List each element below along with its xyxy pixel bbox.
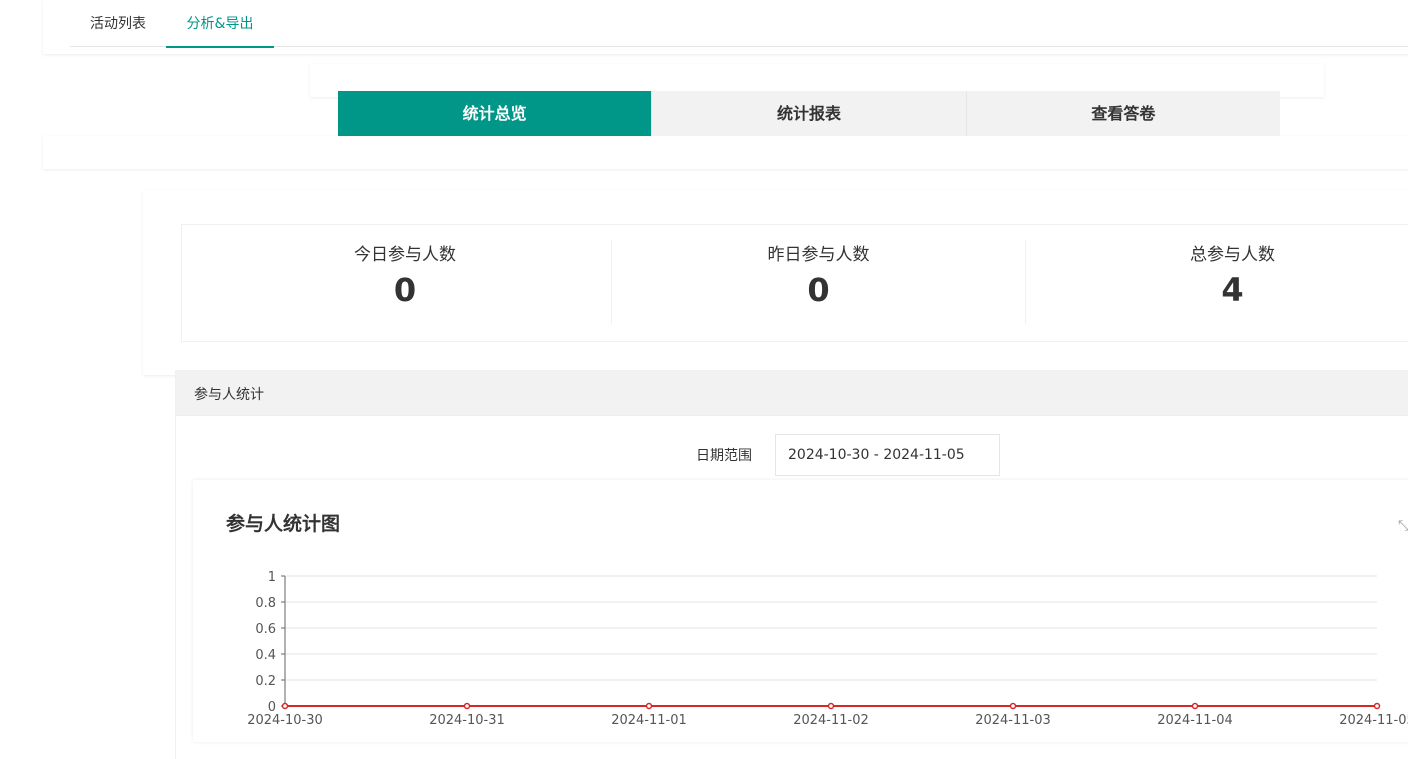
x-tick-label: 2024-11-01: [611, 713, 687, 728]
y-tick-label: 1: [268, 570, 276, 585]
participant-line-chart: 00.20.40.60.812024-10-30 2024-10-31 2024-1…: [247, 570, 1408, 728]
page: 活动列表 分析&导出 统计总览 统计报表 查看答卷 今日参与人数 0 昨日参与人…: [0, 0, 1408, 759]
data-point: [463, 702, 471, 710]
y-tick-label: 0.2: [255, 674, 276, 689]
data-point: [1009, 702, 1017, 710]
x-tick-label: 2024-11-04: [1157, 713, 1233, 728]
x-tick-label: 2024-11-05: [1339, 713, 1408, 728]
data-point: [645, 702, 653, 710]
data-point: [827, 702, 835, 710]
y-tick-label: 0.6: [255, 622, 276, 637]
x-tick-label: 2024-11-02: [793, 713, 869, 728]
x-tick-label: 2024-10-30: [247, 713, 323, 728]
data-point: [1373, 702, 1381, 710]
y-tick-label: 0.4: [255, 648, 276, 663]
x-tick-label: 2024-10-31: [429, 713, 505, 728]
y-tick-label: 0.8: [255, 596, 276, 611]
x-tick-label: 2024-11-03: [975, 713, 1051, 728]
data-point: [281, 702, 289, 710]
data-point: [1191, 702, 1199, 710]
